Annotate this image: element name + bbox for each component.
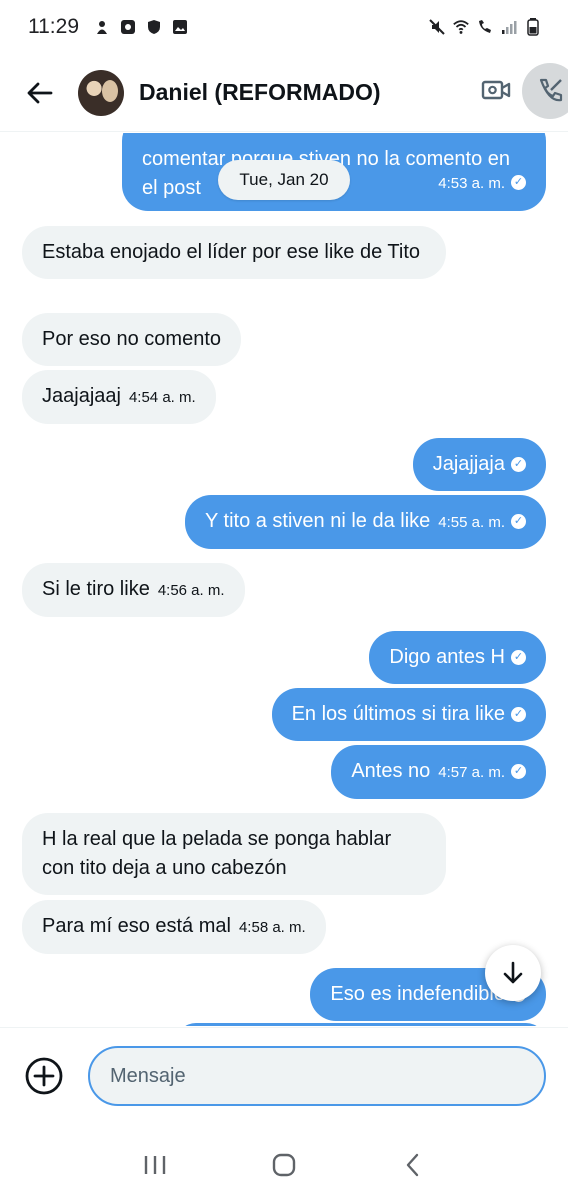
message-text: Jaajajaaj (42, 385, 121, 407)
arrow-left-icon (27, 82, 53, 103)
message-bubble-outgoing[interactable]: Y tito a stiven ni le da like 4:55 a. m. ✓ (184, 495, 546, 549)
message-bubble-outgoing-partial[interactable] (176, 1023, 546, 1026)
message-time: 4:58 a. m. (238, 919, 306, 936)
read-check-icon: ✓ (511, 707, 526, 723)
message-bubble-outgoing[interactable]: En los últimos si tira like ✓ (271, 688, 546, 741)
message-text: Para mí eso está mal (42, 915, 231, 937)
back-button[interactable] (20, 73, 60, 113)
message-time: 4:53 a. m. (438, 175, 505, 192)
phone-call-icon (539, 78, 563, 102)
home-icon (272, 1153, 296, 1176)
chevron-left-icon (407, 1153, 419, 1176)
notification-app-icon (93, 18, 111, 36)
wifi-call-icon (476, 18, 494, 36)
message-time: 4:56 a. m. (157, 582, 225, 599)
message-text: Antes no (351, 760, 431, 782)
system-back-button[interactable] (389, 1141, 437, 1189)
video-call-icon (481, 80, 511, 100)
message-text: Por eso no comento (42, 328, 221, 350)
message-text: En los últimos si tira like (291, 703, 505, 725)
message-bubble-incoming[interactable]: Estaba enojado el líder por ese like de … (22, 226, 446, 279)
message-time: 4:57 a. m. (438, 764, 505, 781)
message-bubble-incoming[interactable]: H la real que la pelada se ponga hablar … (22, 813, 446, 895)
message-input[interactable] (88, 1046, 546, 1106)
signal-icon (500, 18, 518, 36)
read-check-icon: ✓ (511, 650, 526, 666)
message-text: Eso es indefendible (330, 983, 505, 1005)
mute-icon (428, 18, 446, 36)
contact-name[interactable]: Daniel (REFORMADO) (139, 79, 381, 106)
message-time: 4:54 a. m. (128, 389, 196, 406)
message-text: Digo antes H (389, 646, 505, 668)
video-call-button[interactable] (478, 72, 514, 108)
message-text: Jajajjaja (432, 453, 505, 475)
status-bar: 11:29 (0, 0, 568, 54)
message-bubble-outgoing[interactable]: Jajajjaja ✓ (412, 438, 546, 491)
read-check-icon: ✓ (511, 514, 526, 530)
home-button[interactable] (260, 1141, 308, 1189)
message-bubble-outgoing[interactable]: Digo antes H ✓ (369, 631, 546, 684)
gallery-icon (171, 18, 189, 36)
arrow-down-icon (503, 961, 523, 984)
status-left: 11:29 (28, 15, 189, 39)
read-check-icon: ✓ (511, 764, 526, 780)
recent-apps-button[interactable] (131, 1141, 179, 1189)
scroll-to-bottom-button[interactable] (485, 945, 541, 1001)
battery-icon (524, 18, 542, 36)
shield-icon (145, 18, 163, 36)
status-right (428, 18, 542, 36)
message-bubble-incoming[interactable]: Si le tiro like 4:56 a. m. (22, 563, 245, 617)
avatar[interactable] (78, 69, 124, 116)
message-text: H la real que la pelada se ponga hablar … (42, 828, 392, 879)
message-text: Estaba enojado el líder por ese like de … (42, 241, 421, 263)
add-attachment-button[interactable] (24, 1056, 64, 1096)
notification-square-icon (119, 18, 137, 36)
message-composer (0, 1027, 568, 1127)
message-bubble-incoming[interactable]: Jaajajaaj 4:54 a. m. (22, 370, 216, 424)
status-time: 11:29 (28, 15, 79, 38)
message-bubble-outgoing[interactable]: Antes no 4:57 a. m. ✓ (331, 745, 546, 799)
message-time: 4:55 a. m. (438, 514, 505, 531)
message-bubble-incoming[interactable]: Para mí eso está mal 4:58 a. m. (22, 900, 326, 954)
date-separator: Tue, Jan 20 (218, 160, 350, 200)
system-navigation-bar (0, 1130, 568, 1199)
message-list[interactable]: comentar porque stiven no la comento en … (0, 133, 568, 1026)
phone-call-button[interactable] (522, 63, 568, 119)
add-circle-icon (25, 1057, 63, 1095)
message-bubble-incoming[interactable]: Por eso no comento (22, 313, 241, 366)
message-text: Si le tiro like (42, 578, 150, 600)
read-check-icon: ✓ (511, 457, 526, 473)
recent-apps-icon (144, 1155, 165, 1174)
conversation-header: Daniel (REFORMADO) (0, 54, 568, 132)
message-time-wrap: 4:53 a. m. ✓ (430, 168, 526, 198)
wifi-icon (452, 18, 470, 36)
read-check-icon: ✓ (511, 175, 526, 191)
message-text: Y tito a stiven ni le da like (204, 510, 431, 532)
